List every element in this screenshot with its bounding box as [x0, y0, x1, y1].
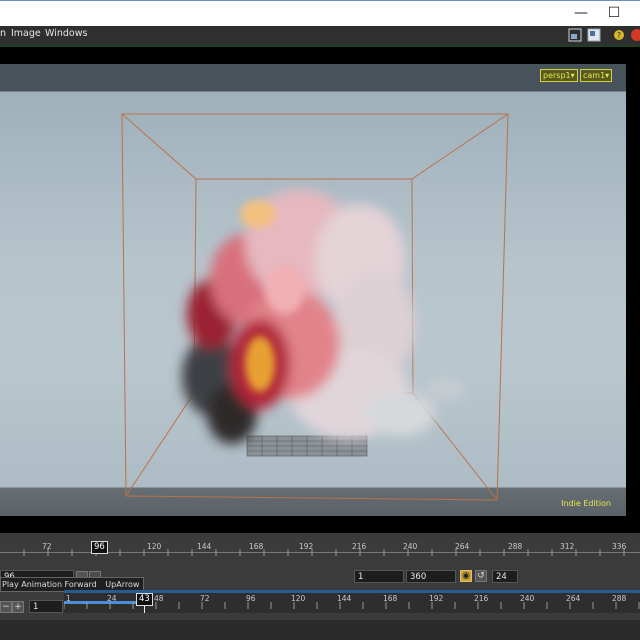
zoom-in-button[interactable]: +	[12, 601, 24, 613]
maximize-button[interactable]: ☐	[604, 3, 624, 23]
lower-tick-label: 240	[520, 594, 535, 603]
lower-tick-label: 288	[612, 594, 627, 603]
upper-tick-label: 312	[560, 542, 575, 551]
zoom-out-button[interactable]: −	[0, 601, 12, 613]
upper-tick-label: 216	[352, 542, 367, 551]
indie-edition-watermark: Indie Edition	[561, 499, 611, 508]
fps-field[interactable]: 24	[492, 570, 518, 583]
start-frame-field[interactable]: 1	[354, 570, 404, 583]
lower-tick-label: 1	[66, 594, 71, 603]
lower-tick-label: 192	[429, 594, 444, 603]
lower-tick-label: 216	[474, 594, 489, 603]
lower-tick-label: 24	[107, 594, 117, 603]
titlebar-border	[0, 0, 640, 1]
explosion-cloud	[182, 189, 465, 444]
upper-tick-label: 240	[403, 542, 418, 551]
scene-viewport[interactable]: persp1▾ cam1▾ Indie Edition	[0, 64, 626, 516]
lower-tick-label: 120	[291, 594, 306, 603]
upper-tick-label: 168	[249, 542, 264, 551]
end-frame-field[interactable]: 360	[406, 570, 456, 583]
close-red-icon[interactable]	[630, 28, 640, 42]
loop-icon[interactable]: ↺	[475, 570, 487, 582]
realtime-toggle-icon[interactable]: ◉	[460, 570, 472, 582]
upper-tick-label: 144	[197, 542, 212, 551]
upper-tick-label: 120	[147, 542, 162, 551]
lower-tick-label: 144	[337, 594, 352, 603]
menu-bar: n Image Windows ?	[0, 26, 640, 47]
upper-tick-label: 336	[612, 542, 627, 551]
range-start-field[interactable]: 1	[29, 600, 63, 613]
lower-current-frame[interactable]: 43	[136, 593, 153, 606]
menu-item-render[interactable]: n	[0, 28, 6, 39]
upper-tick-label: 288	[508, 542, 523, 551]
menu-item-windows[interactable]: Windows	[45, 28, 87, 39]
window-titlebar: — ☐	[0, 0, 640, 26]
lower-tick-label: 48	[154, 594, 164, 603]
status-strip	[0, 620, 640, 640]
minimize-button[interactable]: —	[571, 3, 591, 23]
tooltip-text: Play Animation Forward	[2, 580, 97, 589]
scene-render	[121, 113, 509, 501]
layout-icon[interactable]	[568, 28, 582, 42]
tooltip-shortcut: UpArrow	[105, 580, 140, 589]
upper-current-frame[interactable]: 96	[91, 541, 108, 554]
upper-tick-label: 264	[455, 542, 470, 551]
lower-tick-label: 168	[383, 594, 398, 603]
lower-tick-label: 96	[246, 594, 256, 603]
ground-grid	[246, 435, 368, 457]
upper-tick-label: 72	[42, 542, 52, 551]
svg-text:?: ?	[617, 31, 621, 40]
upper-tick-label: 192	[299, 542, 314, 551]
lower-tick-label: 72	[200, 594, 210, 603]
lower-tick-label: 264	[566, 594, 581, 603]
menu-item-image[interactable]: Image	[11, 28, 41, 39]
help-icon[interactable]: ?	[612, 28, 626, 42]
pane-icon[interactable]	[587, 28, 601, 42]
